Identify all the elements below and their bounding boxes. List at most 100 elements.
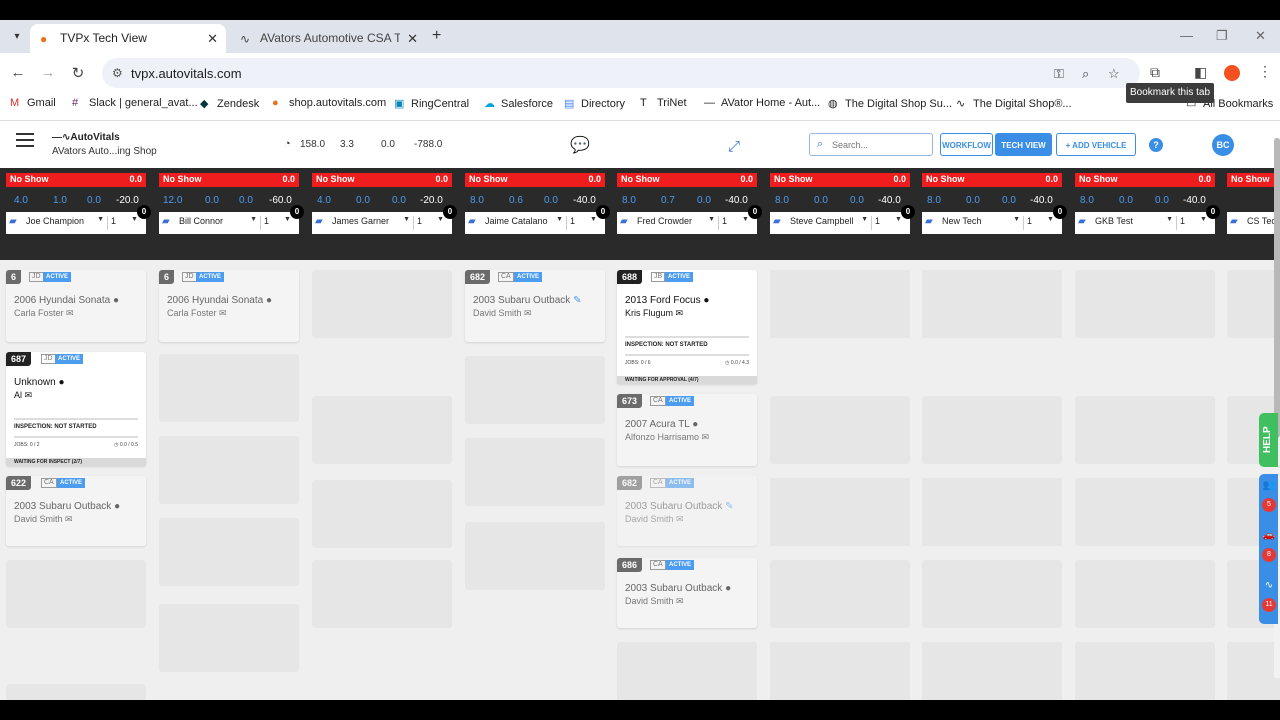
close-tab-icon[interactable]: ✕ <box>407 24 418 53</box>
workflow-button[interactable]: WORKFLOW <box>940 133 993 156</box>
tech-count-dropdown[interactable]: 1 ▼ <box>1027 216 1054 226</box>
chat-bubble-icon[interactable]: ▰ <box>9 216 22 228</box>
chat-bubble-icon[interactable]: ▰ <box>162 216 175 228</box>
chat-bubble-icon[interactable]: ▰ <box>468 216 481 228</box>
bookmark-salesforce[interactable]: ☁ Salesforce <box>484 97 553 110</box>
search-input[interactable] <box>832 137 928 152</box>
fullscreen-icon[interactable]: ⤢ <box>728 138 740 155</box>
tech-count-dropdown[interactable]: 1 ▼ <box>722 216 749 226</box>
menu-icon[interactable] <box>16 133 34 147</box>
stat-hours: 158.0 <box>300 139 326 150</box>
vehicle-card[interactable]: 686 CA ACTIVE 2003 Subaru Outback ● Davi… <box>617 558 757 628</box>
vehicle-card[interactable]: 687 JD ACTIVE Unknown ● Al ✉ INSPECTION:… <box>6 352 146 466</box>
bookmark-digital-shop-support[interactable]: ◍ The Digital Shop Su... <box>828 97 952 110</box>
tech-selector[interactable]: ▰ CS Tec <box>1227 212 1280 234</box>
password-key-icon[interactable]: ⚿ <box>1054 66 1064 82</box>
tech-count-dropdown[interactable]: 1 ▼ <box>1180 216 1207 226</box>
email-icon: ✉ <box>65 514 73 524</box>
new-tab-icon[interactable]: + <box>432 28 441 44</box>
tech-name-dropdown[interactable]: Steve Campbell ▼ <box>790 216 872 230</box>
close-window-icon[interactable]: ✕ <box>1255 28 1266 44</box>
tech-name-dropdown[interactable]: GKB Test ▼ <box>1095 216 1177 230</box>
tech-name-dropdown[interactable]: Bill Connor ▼ <box>179 216 261 230</box>
side-panel-icon[interactable]: ◧ <box>1194 64 1207 81</box>
bookmark-zendesk[interactable]: ◆ Zendesk <box>200 97 259 110</box>
vehicle-card[interactable]: 682 CA ACTIVE 2003 Subaru Outback ✎ Davi… <box>617 476 757 546</box>
tech-selector[interactable]: ▰ New Tech ▼ 1 ▼ <box>922 212 1062 234</box>
scrollbar-thumb[interactable] <box>1274 138 1280 438</box>
tech-selector[interactable]: ▰ Fred Crowder ▼ 1 ▼ <box>617 212 757 234</box>
reload-icon[interactable]: ↻ <box>68 64 88 82</box>
users-icon[interactable]: 👥 <box>1262 480 1276 491</box>
bookmark-slack[interactable]: # Slack | general_avat... <box>72 97 198 109</box>
vehicle-card[interactable]: 6 JD ACTIVE 2006 Hyundai Sonata ● Carla … <box>6 270 146 342</box>
tech-name-dropdown[interactable]: Jaime Catalano ▼ <box>485 216 567 230</box>
status-badge: ACTIVE <box>55 354 84 364</box>
tech-count-dropdown[interactable]: 1 ▼ <box>417 216 444 226</box>
tech-lane: 6 JD ACTIVE 2006 Hyundai Sonata ● Carla … <box>159 260 299 700</box>
bookmark-directory[interactable]: ▤ Directory <box>564 97 625 110</box>
tech-name-dropdown[interactable]: Fred Crowder ▼ <box>637 216 719 230</box>
tech-selector[interactable]: ▰ Joe Champion ▼ 1 ▼ <box>6 212 146 234</box>
tech-selector[interactable]: ▰ GKB Test ▼ 1 ▼ <box>1075 212 1215 234</box>
browser-menu-icon[interactable]: ⋮ <box>1258 63 1272 80</box>
advisor-tag: CA <box>650 560 666 570</box>
tech-count-dropdown[interactable]: 1 ▼ <box>570 216 597 226</box>
tech-selector[interactable]: ▰ James Garner ▼ 1 ▼ <box>312 212 452 234</box>
user-avatar[interactable]: BC <box>1212 134 1234 156</box>
tab-search-icon[interactable]: ▾ <box>8 28 26 46</box>
maximize-icon[interactable]: ❐ <box>1216 28 1228 44</box>
forward-icon[interactable]: → <box>38 64 58 81</box>
bookmark-star-icon[interactable]: ☆ <box>1108 66 1120 82</box>
bookmark-shop[interactable]: ● shop.autovitals.com <box>272 97 386 109</box>
chat-bubble-icon[interactable]: ▰ <box>315 216 328 228</box>
chat-bubble-icon[interactable]: ▰ <box>1230 216 1243 228</box>
extensions-icon[interactable]: ⧉ <box>1150 64 1160 81</box>
tech-count-dropdown[interactable]: 1 ▼ <box>264 216 291 226</box>
zoom-icon[interactable]: ⌕ <box>1082 66 1089 82</box>
close-tab-icon[interactable]: ✕ <box>207 24 218 53</box>
bookmark-trinet[interactable]: T TriNet <box>640 97 687 109</box>
car-icon[interactable]: 🚗 <box>1262 530 1276 541</box>
tab-csa-training[interactable]: ∿ AVators Automotive CSA Traini ✕ <box>230 24 426 53</box>
tech-selector[interactable]: ▰ Jaime Catalano ▼ 1 ▼ <box>465 212 605 234</box>
tech-count-dropdown[interactable]: 1 ▼ <box>875 216 902 226</box>
empty-slot <box>6 684 146 700</box>
tech-name-dropdown[interactable]: James Garner ▼ <box>332 216 414 230</box>
bookmark-avator-home[interactable]: — AVator Home - Aut... <box>704 97 820 109</box>
bookmark-ringcentral[interactable]: ▣ RingCentral <box>394 97 469 110</box>
tech-name-dropdown[interactable]: Joe Champion ▼ <box>26 216 108 230</box>
help-icon[interactable]: ? <box>1149 138 1163 152</box>
back-icon[interactable]: ← <box>8 64 28 81</box>
site-info-icon[interactable]: ⚙ <box>112 66 123 80</box>
message-icon: ● <box>112 295 120 306</box>
url-field[interactable]: ⚙ tvpx.autovitals.com ⚿ ⌕ ☆ <box>102 58 1140 88</box>
bookmark-gmail[interactable]: M Gmail <box>10 97 56 109</box>
messages-icon[interactable]: 💬 <box>570 135 590 155</box>
pulse-icon[interactable]: ∿ <box>1262 580 1276 591</box>
tech-column-header: No Show 0.0 4.0 0.0 0.0 -20.0 ▰ James Garner… <box>312 168 457 260</box>
chat-bubble-icon[interactable]: ▰ <box>925 216 938 228</box>
tech-selector[interactable]: ▰ Bill Connor ▼ 1 ▼ <box>159 212 299 234</box>
chat-bubble-icon[interactable]: ▰ <box>620 216 633 228</box>
tech-count-dropdown[interactable]: 1 ▼ <box>111 216 138 226</box>
tech-view-button[interactable]: TECH VIEW <box>995 133 1052 156</box>
empty-slot <box>922 560 1062 628</box>
bookmark-digital-shop[interactable]: ∿ The Digital Shop®... <box>956 97 1072 110</box>
vehicle-card[interactable]: 688 JB ACTIVE 2013 Ford Focus ● Kris Flu… <box>617 270 757 384</box>
profile-avatar[interactable] <box>1224 65 1240 81</box>
vehicle-card[interactable]: 6 JD ACTIVE 2006 Hyundai Sonata ● Carla … <box>159 270 299 342</box>
chat-bubble-icon[interactable]: ▰ <box>773 216 786 228</box>
search-box[interactable]: ⌕ <box>809 133 933 156</box>
tech-selector[interactable]: ▰ Steve Campbell ▼ 1 ▼ <box>770 212 910 234</box>
vehicle-card[interactable]: 682 CA ACTIVE 2003 Subaru Outback ✎ Davi… <box>465 270 605 342</box>
tech-name-dropdown[interactable]: New Tech ▼ <box>942 216 1024 230</box>
tech-column-header: No Show 0.0 8.0 0.0 0.0 -40.0 ▰ Steve Campbe… <box>770 168 915 260</box>
tab-tvpx[interactable]: ● TVPx Tech View ✕ <box>30 24 226 53</box>
minimize-icon[interactable]: — <box>1180 28 1193 43</box>
add-vehicle-button[interactable]: + ADD VEHICLE <box>1056 133 1136 156</box>
vehicle-card[interactable]: 673 CA ACTIVE 2007 Acura TL ● Alfonzo Ha… <box>617 394 757 466</box>
vehicle-card[interactable]: 622 CA ACTIVE 2003 Subaru Outback ● Davi… <box>6 476 146 546</box>
help-tab[interactable]: HELP <box>1259 413 1278 467</box>
chat-bubble-icon[interactable]: ▰ <box>1078 216 1091 228</box>
